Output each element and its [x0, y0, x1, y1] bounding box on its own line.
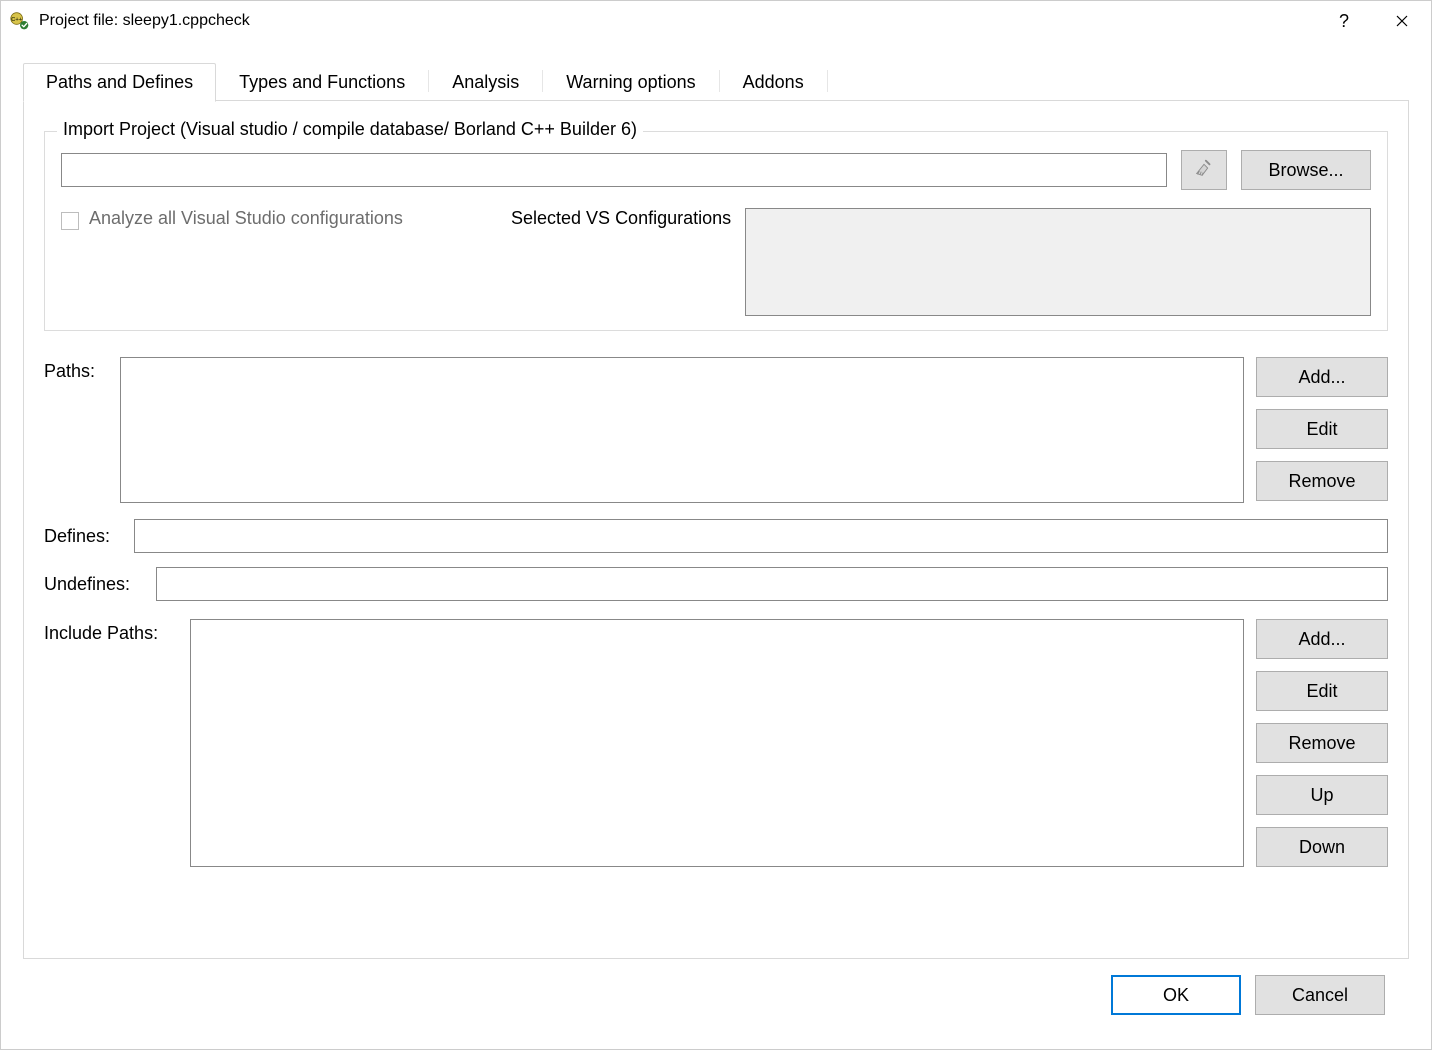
titlebar: C++ Project file: sleepy1.cppcheck ? [1, 1, 1431, 41]
app-icon: C++ [9, 10, 31, 32]
undefines-input[interactable] [156, 567, 1388, 601]
import-project-path-input[interactable] [61, 153, 1167, 187]
include-edit-button[interactable]: Edit [1256, 671, 1388, 711]
selected-vs-config-list[interactable] [745, 208, 1371, 316]
window-title: Project file: sleepy1.cppcheck [39, 12, 250, 30]
paths-edit-button[interactable]: Edit [1256, 409, 1388, 449]
import-project-legend: Import Project (Visual studio / compile … [57, 119, 643, 140]
analyze-all-checkbox-row: Analyze all Visual Studio configurations [61, 208, 491, 316]
defines-input[interactable] [134, 519, 1388, 553]
broom-icon [1193, 157, 1215, 184]
include-paths-listbox[interactable] [190, 619, 1244, 867]
tabstrip: Paths and Defines Types and Functions An… [23, 61, 1409, 101]
tabpage-paths-defines: Import Project (Visual studio / compile … [23, 101, 1409, 959]
analyze-all-checkbox[interactable] [61, 212, 79, 230]
paths-remove-button[interactable]: Remove [1256, 461, 1388, 501]
cancel-button[interactable]: Cancel [1255, 975, 1385, 1015]
include-remove-button[interactable]: Remove [1256, 723, 1388, 763]
tab-types-functions[interactable]: Types and Functions [216, 63, 428, 101]
project-file-dialog: C++ Project file: sleepy1.cppcheck ? Pat… [0, 0, 1432, 1050]
tab-warning-options[interactable]: Warning options [543, 63, 718, 101]
defines-label: Defines: [44, 526, 122, 547]
paths-add-button[interactable]: Add... [1256, 357, 1388, 397]
selected-vs-config-label: Selected VS Configurations [511, 208, 731, 229]
paths-label: Paths: [44, 357, 108, 382]
help-button[interactable]: ? [1315, 1, 1373, 41]
svg-text:C++: C++ [11, 17, 23, 23]
analyze-all-label: Analyze all Visual Studio configurations [89, 208, 403, 229]
include-down-button[interactable]: Down [1256, 827, 1388, 867]
import-project-group: Import Project (Visual studio / compile … [44, 131, 1388, 331]
include-paths-label: Include Paths: [44, 619, 178, 644]
include-add-button[interactable]: Add... [1256, 619, 1388, 659]
browse-button[interactable]: Browse... [1241, 150, 1371, 190]
paths-listbox[interactable] [120, 357, 1244, 503]
tab-analysis[interactable]: Analysis [429, 63, 542, 101]
dialog-button-row: OK Cancel [23, 959, 1409, 1035]
close-button[interactable] [1373, 1, 1431, 41]
tab-paths-defines[interactable]: Paths and Defines [23, 63, 216, 102]
ok-button[interactable]: OK [1111, 975, 1241, 1015]
undefines-label: Undefines: [44, 574, 144, 595]
include-up-button[interactable]: Up [1256, 775, 1388, 815]
import-clear-button[interactable] [1181, 150, 1227, 190]
dialog-body: Paths and Defines Types and Functions An… [1, 41, 1431, 1049]
tab-addons[interactable]: Addons [720, 63, 827, 101]
